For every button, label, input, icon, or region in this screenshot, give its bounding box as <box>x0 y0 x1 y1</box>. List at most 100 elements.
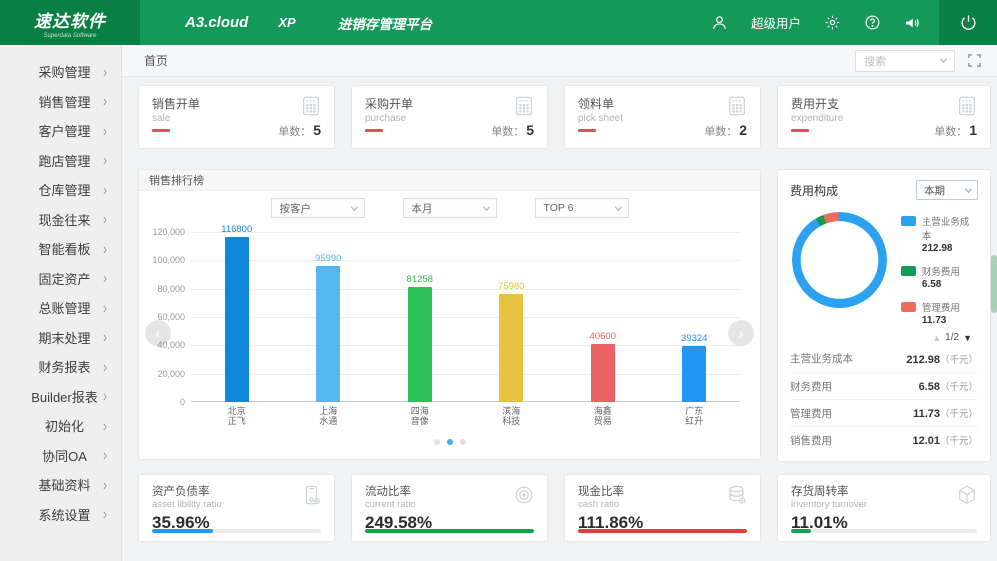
sidebar-item[interactable]: 销售管理› <box>0 87 121 117</box>
kpi-card[interactable]: 存货周转率inventory turnover11.01% <box>777 474 991 542</box>
bar-3[interactable]: 81258 <box>408 287 432 402</box>
bar-5[interactable]: 40600 <box>591 344 615 402</box>
x-axis-category-label: 海鑫贸易 <box>557 406 649 427</box>
carousel-prev-button[interactable]: ‹ <box>145 320 171 346</box>
user-icon[interactable] <box>711 14 729 32</box>
chevron-right-icon: › <box>103 151 107 169</box>
trend-dash <box>791 129 809 132</box>
bar-6[interactable]: 39324 <box>682 346 706 402</box>
carousel-dot[interactable] <box>460 439 466 445</box>
sidebar-item[interactable]: 初始化› <box>0 411 121 441</box>
legend-swatch <box>901 216 916 226</box>
sidebar-item[interactable]: 总账管理› <box>0 293 121 323</box>
chevron-right-icon: › <box>103 269 107 287</box>
carousel-next-button[interactable]: › <box>728 320 754 346</box>
chevron-down-icon <box>614 204 623 213</box>
sidebar-item-label: 期末处理 <box>26 328 103 347</box>
kpi-card[interactable]: 资产负债率asset libility ratio35.96% <box>138 474 335 542</box>
bar-value-label: 95990 <box>315 253 341 264</box>
tab-home[interactable]: 首页 <box>144 52 168 69</box>
chevron-right-icon: › <box>103 417 107 435</box>
bar-2[interactable]: 95990 <box>316 266 340 402</box>
sidebar-item-label: 跑店管理 <box>26 151 103 170</box>
edition-name: XP <box>278 15 295 30</box>
page-up-icon[interactable]: ▲ <box>932 333 941 343</box>
settings-gear-icon[interactable] <box>823 14 841 32</box>
filter-top-n[interactable]: TOP 6 <box>535 198 629 218</box>
trend-dash <box>578 129 596 132</box>
fullscreen-icon[interactable] <box>967 53 983 69</box>
kpi-card-row: 资产负债率asset libility ratio35.96%流动比率curre… <box>138 474 991 542</box>
expense-period-select[interactable]: 本期 <box>916 180 978 200</box>
sidebar-item[interactable]: 协同OA› <box>0 441 121 471</box>
legend-item[interactable]: 管理费用11.73 <box>901 300 978 326</box>
legend-value: 6.58 <box>922 279 960 290</box>
scrollbar-thumb[interactable] <box>991 255 997 313</box>
legend-swatch <box>901 266 916 276</box>
legend-item[interactable]: 主营业务成本212.98 <box>901 214 978 254</box>
app-header: 速达软件 Superdata Software A3.cloud XP 进销存管… <box>0 0 997 45</box>
sidebar-item-label: 协同OA <box>26 446 103 465</box>
stat-card[interactable]: 采购开单purchase单数：5 <box>351 85 548 149</box>
stat-card-title: 费用开支 <box>791 95 977 112</box>
expense-row-value: 12.01（千元） <box>912 433 978 447</box>
main-area: 首页 搜索 销售开单sale单数：5采购开单purchase单数：5领料单pic… <box>122 45 997 561</box>
stat-card[interactable]: 销售开单sale单数：5 <box>138 85 335 149</box>
kpi-subtitle: current ratio <box>365 499 534 510</box>
bar-1[interactable]: 116800 <box>225 237 249 402</box>
kpi-progress-fill <box>578 529 747 533</box>
help-icon[interactable] <box>863 14 881 32</box>
sidebar-item-label: 仓库管理 <box>26 180 103 199</box>
sidebar-item[interactable]: 智能看板› <box>0 234 121 264</box>
expense-row: 主营业务成本212.98（千元） <box>790 345 978 372</box>
sidebar-item[interactable]: 期末处理› <box>0 323 121 353</box>
legend-swatch <box>901 302 916 312</box>
sidebar-item-label: 基础资料 <box>26 475 103 494</box>
sidebar-item[interactable]: 系统设置› <box>0 500 121 530</box>
search-input[interactable]: 搜索 <box>855 50 955 72</box>
trend-dash <box>365 129 383 132</box>
sales-panel-title: 销售排行榜 <box>139 170 760 191</box>
logout-power-button[interactable] <box>939 0 997 45</box>
phone-pay-icon <box>300 484 322 511</box>
x-axis-category-label: 滨海科技 <box>466 406 558 427</box>
chevron-right-icon: › <box>103 240 107 258</box>
stat-card[interactable]: 费用开支expenditure单数：1 <box>777 85 991 149</box>
legend-item[interactable]: 财务费用6.58 <box>901 264 978 290</box>
sidebar-item[interactable]: 仓库管理› <box>0 175 121 205</box>
app-window: 速达软件 Superdata Software A3.cloud XP 进销存管… <box>0 0 997 561</box>
sidebar-item[interactable]: 采购管理› <box>0 57 121 87</box>
carousel-dot[interactable] <box>434 439 440 445</box>
sidebar-item[interactable]: 跑店管理› <box>0 146 121 176</box>
filter-by-customer[interactable]: 按客户 <box>271 198 365 218</box>
x-axis-category-label: 北京正飞 <box>191 406 283 427</box>
sidebar-item[interactable]: Builder报表› <box>0 382 121 412</box>
gridline <box>191 232 740 233</box>
current-user[interactable]: 超级用户 <box>751 13 801 32</box>
sidebar-item[interactable]: 固定资产› <box>0 264 121 294</box>
bar-4[interactable]: 75980 <box>499 294 523 402</box>
carousel-dot[interactable] <box>447 439 453 445</box>
speaker-icon[interactable] <box>903 14 921 32</box>
filter-period[interactable]: 本月 <box>403 198 497 218</box>
stat-card[interactable]: 领料单pick sheet单数：2 <box>564 85 761 149</box>
expense-row-value: 6.58（千元） <box>919 379 978 393</box>
stat-card-count: 单数：5 <box>491 122 534 139</box>
sidebar-item[interactable]: 基础资料› <box>0 470 121 500</box>
kpi-title: 存货周转率 <box>791 483 977 499</box>
kpi-progress-track <box>578 529 747 533</box>
expense-row-unit: （千元） <box>940 382 978 393</box>
sidebar-item[interactable]: 财务报表› <box>0 352 121 382</box>
kpi-card[interactable]: 现金比率cash ratio111.86% <box>564 474 761 542</box>
expense-row: 财务费用6.58（千元） <box>790 372 978 399</box>
kpi-progress-track <box>152 529 321 533</box>
kpi-card[interactable]: 流动比率current ratio249.58% <box>351 474 548 542</box>
sidebar-item-label: 总账管理 <box>26 298 103 317</box>
expense-row-name: 主营业务成本 <box>790 351 853 366</box>
page-down-icon[interactable]: ▼ <box>963 333 972 343</box>
sidebar-item[interactable]: 客户管理› <box>0 116 121 146</box>
document-calc-icon <box>513 95 535 117</box>
filter-period-value: 本月 <box>412 201 482 216</box>
y-axis-tick-label: 80,000 <box>157 284 185 294</box>
sidebar-item[interactable]: 现金往来› <box>0 205 121 235</box>
